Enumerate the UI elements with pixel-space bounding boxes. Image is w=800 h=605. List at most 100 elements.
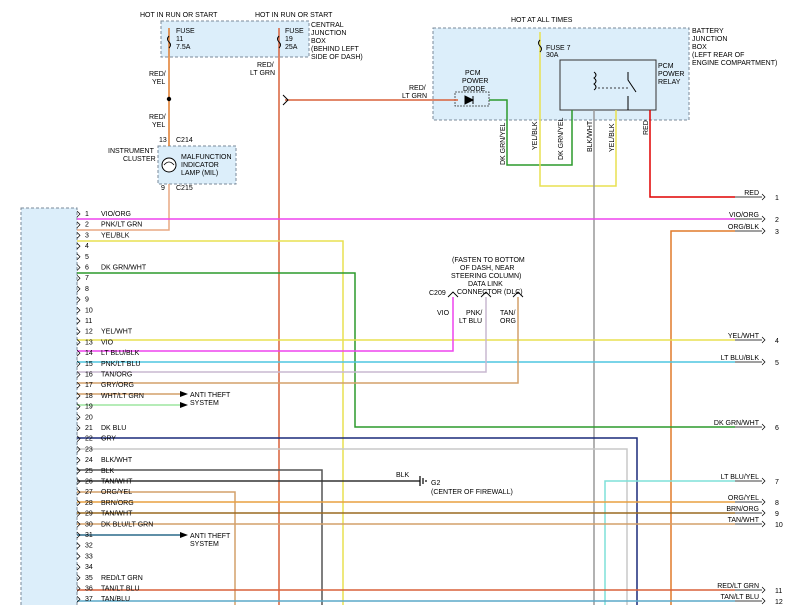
pcm-pin-36: 36 TAN/LT BLU [76, 585, 140, 593]
pcm-pin-wire-label: BRN/ORG [101, 500, 134, 507]
pcm-pin-number: 27 [85, 489, 93, 496]
ground-wire-label: BLK [396, 472, 410, 479]
svg-text:LT BLU: LT BLU [459, 318, 482, 325]
right-end-3: ORG/BLK 3 [728, 224, 779, 236]
pcm-pin-number: 32 [85, 543, 93, 550]
pcm-pin-23: 23 [76, 446, 93, 453]
svg-text:PCM: PCM [658, 63, 674, 70]
pcm-pin-number: 11 [85, 318, 92, 325]
red-yel-label-2: RED/ YEL [149, 114, 166, 129]
pcm-pin-wire-label: TAN/LT BLU [101, 586, 140, 593]
pcm-pin-wire-label: WHT/LT GRN [101, 393, 144, 400]
pin13-label: 13 [159, 137, 167, 144]
dlc-pnk-ltblu-label: PNK/ LT BLU [459, 310, 482, 325]
pcm-pin-7: 7 [76, 274, 89, 282]
pcm-pin-30: 30 DK BLU/LT GRN [76, 521, 153, 528]
svg-text:INDICATOR: INDICATOR [181, 162, 219, 169]
pcm-pin-terminal [76, 328, 81, 335]
right-end-wire-label: BRN/ORG [726, 506, 759, 513]
pcm-pin-wire-label: VIO/ORG [101, 211, 131, 218]
pcm-pin-14: 14 LT BLU/BLK [76, 349, 140, 357]
pcm-pin-1: 1 VIO/ORG [76, 210, 131, 218]
svg-text:30A: 30A [546, 52, 559, 59]
pcm-pin-wire-label: ORG/YEL [101, 489, 132, 496]
pcm-pin-37: 37 TAN/BLU [76, 595, 130, 603]
svg-text:YEL: YEL [152, 122, 165, 129]
svg-text:RELAY: RELAY [658, 79, 681, 86]
pcm-pin-number: 20 [85, 414, 93, 421]
pcm-pin-number: 37 [85, 596, 93, 603]
svg-text:JUNCTION: JUNCTION [692, 36, 727, 43]
svg-text:CONNECTOR (DLC): CONNECTOR (DLC) [457, 289, 523, 296]
pcm-pin-number: 8 [85, 286, 89, 293]
right-end-5: LT BLU/BLK 5 [721, 355, 779, 367]
pcm-pin-terminal [76, 317, 81, 325]
pcm-pin-15: 15 PNK/LT BLU [76, 360, 140, 368]
c214-label: C214 [176, 137, 193, 144]
svg-text:JUNCTION: JUNCTION [311, 30, 346, 37]
pcm-pin-21: 21 DK BLU [76, 424, 126, 432]
pcm-pin-17: 17 GRY/ORG [76, 381, 134, 389]
right-end-list: RED 1 VIO/ORG 2 ORG/BLK 3 YEL/WHT 4 LT BLU/BLK 5 D… [714, 190, 783, 605]
pcm-pin-wire-label: TAN/WHT [101, 479, 133, 486]
svg-text:FUSE 7: FUSE 7 [546, 45, 571, 52]
pcm-pin-terminal [76, 242, 81, 250]
pcm-pin-12: 12 YEL/WHT [76, 328, 133, 336]
pcm-pin-wire-label: TAN/BLU [101, 596, 130, 603]
svg-text:25A: 25A [285, 44, 298, 51]
hot-at-all-times-label: HOT AT ALL TIMES [511, 17, 573, 24]
pcm-pin-number: 28 [85, 500, 93, 507]
pcm-pin-terminal [76, 232, 81, 239]
pcm-pin-number: 24 [85, 457, 93, 464]
svg-text:ORG: ORG [500, 318, 516, 325]
hot-run-start-label-1: HOT IN RUN OR START [140, 12, 218, 19]
vlabel-yel-blk-1: YEL/BLK [532, 121, 539, 150]
pcm-pin-9: 9 [76, 296, 89, 304]
svg-text:SIDE OF DASH): SIDE OF DASH) [311, 54, 363, 61]
right-end-wire-label: ORG/YEL [728, 495, 759, 502]
svg-text:BOX: BOX [311, 38, 326, 45]
pcm-pin-terminal [76, 542, 81, 549]
pcm-pin-3: 3 YEL/BLK [76, 232, 130, 239]
pcm-pin-28: 28 BRN/ORG [76, 499, 134, 507]
pcm-pin-wire-label: RED/LT GRN [101, 575, 143, 582]
svg-text:BOX: BOX [692, 44, 707, 51]
wire-ltblu-yel [604, 480, 735, 605]
pcm-pin-number: 29 [85, 511, 93, 518]
pcm-pin-35: 35 RED/LT GRN [76, 574, 143, 582]
right-end-wire-label: DK GRN/WHT [714, 420, 760, 427]
pcm-pin-32: 32 [76, 542, 93, 550]
svg-text:DATA LINK: DATA LINK [468, 281, 503, 288]
wire-red-relay [649, 110, 735, 198]
pcm-pin-26: 26 TAN/WHT [76, 478, 133, 486]
pcm-pin-wire-label: YEL/BLK [101, 232, 130, 239]
dlc-vio-label: VIO [437, 310, 450, 317]
wire-gry [77, 448, 628, 605]
pcm-pin-number: 18 [85, 393, 93, 400]
pcm-pin-number: 34 [85, 564, 93, 571]
pcm-pin-terminal [76, 307, 81, 314]
pcm-pin-4: 4 [76, 242, 89, 250]
pcm-pin-wire-label: TAN/ORG [101, 372, 132, 379]
pcm-pin-number: 14 [85, 350, 93, 357]
instrument-cluster-label: INSTRUMENT CLUSTER [108, 148, 156, 163]
right-end-number: 4 [775, 338, 779, 345]
dlc-tan-org-label: TAN/ ORG [500, 310, 516, 325]
pcm-pin-wire-label: GRY/ORG [101, 382, 134, 389]
pcm-pin-list: 1 VIO/ORG 2 PNK/LT GRN 3 YEL/BLK 4 5 6 DK GRN/WHT… [76, 210, 153, 603]
pcm-pin-number: 10 [85, 307, 93, 314]
right-end-number: 1 [775, 195, 779, 202]
right-end-wire-label: RED [744, 190, 759, 197]
svg-text:RED/: RED/ [409, 85, 426, 92]
anti-theft-label-1: ANTI THEFT SYSTEM [190, 392, 231, 407]
pcm-power-relay [559, 59, 657, 111]
right-end-number: 9 [775, 511, 779, 518]
vlabel-dkgrn-yel-2: DK GRN/YEL [558, 117, 565, 160]
pcm-pin-16: 16 TAN/ORG [76, 371, 132, 379]
pcm-pin-number: 12 [85, 329, 93, 336]
pin9-label: 9 [161, 185, 165, 192]
pcm-pin-20: 20 [76, 414, 93, 421]
svg-text:19: 19 [285, 36, 293, 43]
pcm-pin-wire-label: GRY [101, 436, 116, 443]
right-end-6: DK GRN/WHT 6 [714, 420, 779, 432]
